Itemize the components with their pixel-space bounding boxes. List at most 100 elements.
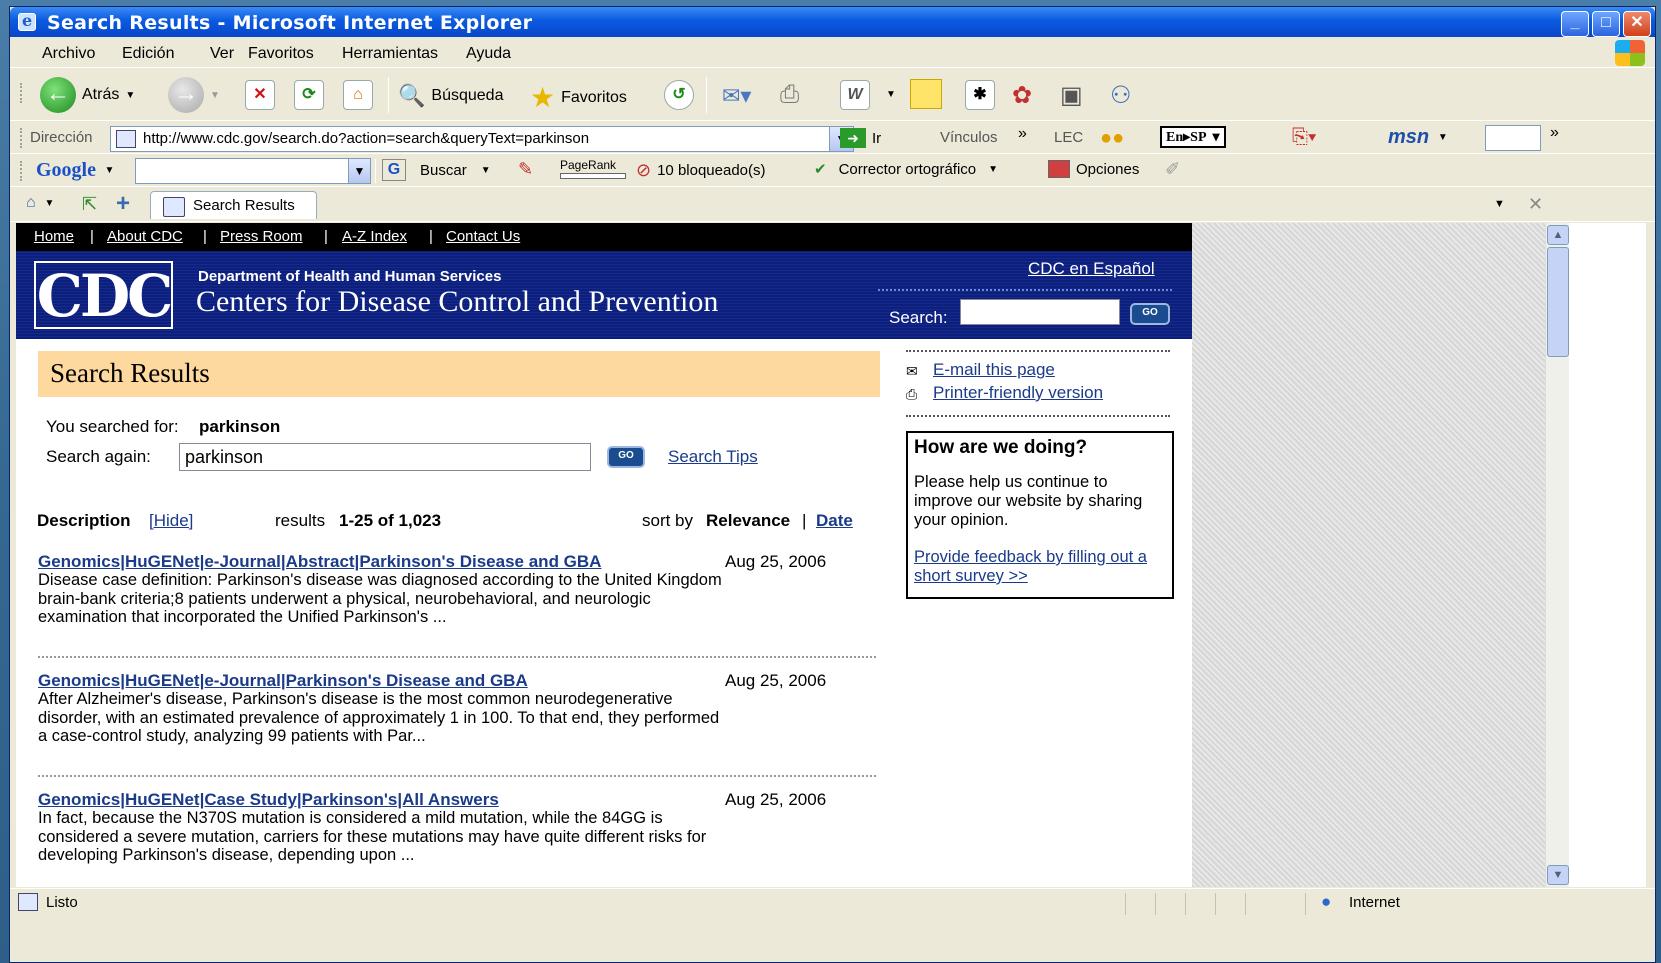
tab-menu-icon[interactable]: ▼ xyxy=(1494,198,1505,210)
zone-text: Internet xyxy=(1349,894,1400,911)
go-button[interactable]: ➜ Ir xyxy=(840,128,881,148)
google-search-input[interactable]: ▼ xyxy=(135,158,371,184)
search-again-go-button[interactable]: GO xyxy=(607,446,645,468)
scroll-down-icon[interactable]: ▼ xyxy=(1547,865,1569,885)
address-bar[interactable]: http://www.cdc.gov/search.do?action=sear… xyxy=(110,126,854,152)
links-chevron-icon[interactable]: » xyxy=(1018,125,1027,143)
translate-select[interactable]: En▸SP ▾ xyxy=(1160,126,1226,148)
menu-ayuda[interactable]: Ayuda xyxy=(466,45,511,63)
scroll-thumb[interactable] xyxy=(1547,247,1569,357)
result-title-3[interactable]: Genomics|HuGENet|Case Study|Parkinson's|… xyxy=(38,790,499,810)
discuss-icon[interactable] xyxy=(910,79,942,109)
header-go-button[interactable]: GO xyxy=(1130,303,1170,325)
cdc-logo[interactable]: CDC xyxy=(34,261,173,329)
msn-search-input[interactable] xyxy=(1485,125,1541,151)
lec-icon[interactable]: ●● xyxy=(1100,127,1124,150)
quick-tabs-icon[interactable]: ⌂ ▼ xyxy=(26,194,54,212)
feedback-text: Please help us continue to improve our w… xyxy=(914,473,1143,529)
close-button[interactable]: ✕ xyxy=(1623,11,1651,37)
new-tab-icon[interactable]: + xyxy=(116,190,130,218)
nav-a-z-index[interactable]: A-Z Index xyxy=(342,228,407,245)
print-icon[interactable]: ⎙ xyxy=(780,81,799,109)
msn-logo[interactable]: msn ▼ xyxy=(1388,126,1448,149)
sort-date-link[interactable]: Date xyxy=(816,511,853,531)
google-search-button[interactable]: G Buscar ▼ xyxy=(382,159,491,181)
google-search-dropdown[interactable]: ▼ xyxy=(348,159,370,183)
searched-query: parkinson xyxy=(199,417,281,436)
nav-press-room[interactable]: Press Room xyxy=(220,228,303,245)
title-bar[interactable]: Search Results - Microsoft Internet Expl… xyxy=(10,7,1655,37)
google-logo[interactable]: Google ▼ xyxy=(36,159,114,182)
search-again-input[interactable]: parkinson xyxy=(179,443,591,471)
toolbar-grip[interactable] xyxy=(20,128,23,148)
google-options-button[interactable]: Opciones xyxy=(1048,160,1139,178)
printer-friendly-link[interactable]: Printer-friendly version xyxy=(933,383,1103,403)
page-empty-area xyxy=(1192,223,1545,887)
address-toolbar: Dirección http://www.cdc.gov/search.do?a… xyxy=(10,122,1655,154)
results-prefix: results xyxy=(275,511,326,530)
edit-dropdown[interactable]: ▼ xyxy=(886,89,896,100)
result-desc-3: In fact, because the N370S mutation is c… xyxy=(38,809,707,865)
back-button[interactable]: ← Atrás ▼ xyxy=(40,77,135,113)
translate-icon[interactable]: ⎘▾ xyxy=(1292,126,1316,149)
refresh-icon[interactable]: ⟳ xyxy=(294,80,324,110)
msn-chevron-icon[interactable]: » xyxy=(1550,124,1559,142)
pagerank-label[interactable]: PageRank xyxy=(560,158,616,172)
links-label[interactable]: Vínculos xyxy=(940,129,998,146)
contacts-icon[interactable]: ⚇ xyxy=(1110,81,1132,110)
toolbar-grip[interactable] xyxy=(20,161,23,181)
stop-icon[interactable]: ✕ xyxy=(245,80,275,110)
menu-ver[interactable]: Ver xyxy=(210,45,234,63)
spanish-link[interactable]: CDC en Español xyxy=(1028,259,1155,279)
nav-home[interactable]: Home xyxy=(34,228,74,245)
highlighter-icon[interactable]: ✐ xyxy=(1165,159,1180,180)
hide-description-link[interactable]: [Hide] xyxy=(149,511,193,531)
vertical-scrollbar[interactable]: ▲ ▼ xyxy=(1545,223,1569,887)
tab-list-icon[interactable]: ⇱ xyxy=(82,194,97,215)
close-tab-icon[interactable]: ✕ xyxy=(1528,194,1543,215)
google-news-icon[interactable]: ✎ xyxy=(518,159,533,180)
menu-archivo[interactable]: Archivo xyxy=(42,45,95,63)
popup-blocker-button[interactable]: ⊘ 10 bloqueado(s) xyxy=(636,160,766,181)
menu-herramientas[interactable]: Herramientas xyxy=(342,45,438,63)
search-tips-link[interactable]: Search Tips xyxy=(668,447,758,467)
feedback-box: How are we doing? Please help us continu… xyxy=(906,431,1174,599)
header-search-input[interactable] xyxy=(960,299,1120,325)
magnifier-icon: 🔍 xyxy=(398,83,426,108)
tab-search-results[interactable]: Search Results xyxy=(150,191,317,219)
media-icon[interactable]: ▣ xyxy=(1060,81,1083,110)
email-page-link[interactable]: E-mail this page xyxy=(933,360,1055,380)
favorites-label: Favoritos xyxy=(561,88,627,106)
cdc-top-nav: Home | About CDC | Press Room | A-Z Inde… xyxy=(16,223,1192,251)
search-button[interactable]: 🔍 Búsqueda xyxy=(398,83,503,109)
forward-button[interactable]: → ▼ xyxy=(168,77,220,113)
spellcheck-button[interactable]: ✔ Corrector ortográfico ▼ xyxy=(814,160,998,179)
history-icon[interactable]: ↺ xyxy=(664,80,694,110)
sort-relevance: Relevance xyxy=(706,511,791,530)
nav-contact-us[interactable]: Contact Us xyxy=(446,228,520,245)
banner-divider xyxy=(878,289,1172,291)
toolbar-grip[interactable] xyxy=(20,83,23,103)
menu-favoritos[interactable]: Favoritos xyxy=(248,45,314,63)
edit-icon[interactable]: W xyxy=(840,80,870,110)
scroll-up-icon[interactable]: ▲ xyxy=(1547,225,1569,245)
page-title: Search Results xyxy=(38,351,880,397)
messenger-icon[interactable]: ✿ xyxy=(1012,81,1032,110)
result-date-2: Aug 25, 2006 xyxy=(725,671,827,690)
feedback-survey-link[interactable]: Provide feedback by filling out a short … xyxy=(914,548,1147,585)
printer-icon: ⎙ xyxy=(906,386,918,402)
menu-edicion[interactable]: Edición xyxy=(122,45,174,63)
department-name: Department of Health and Human Services xyxy=(198,268,502,285)
result-title-2[interactable]: Genomics|HuGENet|e-Journal|Parkinson's D… xyxy=(38,671,528,691)
research-icon[interactable]: ✱ xyxy=(965,80,995,110)
sort-separator: | xyxy=(802,511,807,530)
nav-about-cdc[interactable]: About CDC xyxy=(107,228,183,245)
maximize-button[interactable]: □ xyxy=(1592,11,1620,37)
result-title-1[interactable]: Genomics|HuGENet|e-Journal|Abstract|Park… xyxy=(38,552,601,572)
mail-icon[interactable]: ✉▾ xyxy=(722,83,751,109)
minimize-button[interactable]: _ xyxy=(1561,11,1589,37)
address-label: Dirección xyxy=(30,129,93,146)
home-icon[interactable]: ⌂ xyxy=(343,80,373,110)
favorites-button[interactable]: ★ Favoritos xyxy=(530,81,627,114)
lec-label[interactable]: LEC xyxy=(1054,129,1083,146)
